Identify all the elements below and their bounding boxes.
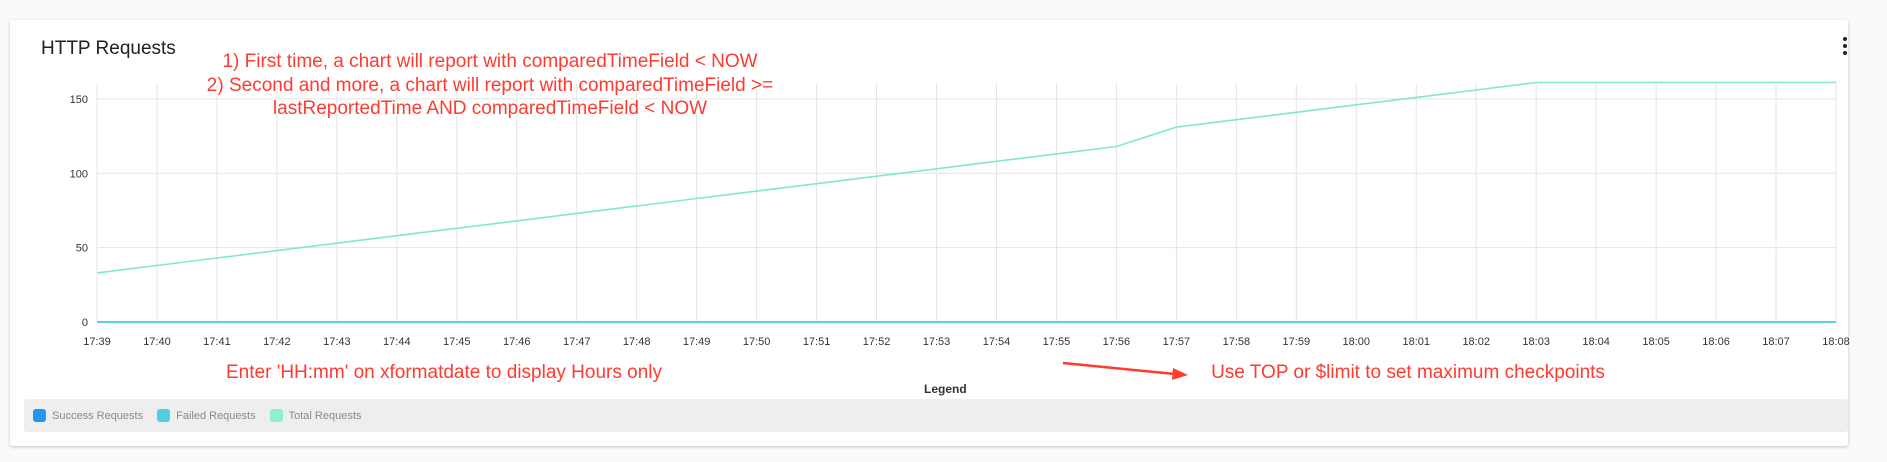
x-tick-label: 17:53: [923, 336, 951, 348]
x-tick-label: 17:39: [83, 336, 111, 348]
annotation-bottom-right: Use TOP or $limit to set maximum checkpo…: [1211, 362, 1605, 383]
x-tick-label: 17:43: [323, 336, 351, 348]
legend-swatch: [33, 409, 46, 422]
legend-swatch: [269, 409, 283, 422]
legend-title: Legend: [924, 382, 967, 396]
x-tick-label: 17:58: [1223, 336, 1251, 348]
x-tick-label: 18:03: [1522, 336, 1550, 348]
x-tick-label: 17:45: [443, 336, 471, 348]
annotations: 1) First time, a chart will report with …: [205, 50, 1606, 385]
x-tick-label: 17:54: [983, 336, 1011, 348]
x-tick-labels: 17:39 17:40 17:41 17:42 17:43 17:44 17:45 17:46…: [83, 336, 1850, 348]
x-tick-label: 17:48: [623, 336, 651, 348]
x-tick-label: 17:52: [863, 336, 891, 348]
legend-item[interactable]: Success Requests: [33, 409, 143, 422]
x-tick-label: 17:57: [1163, 336, 1191, 348]
x-tick-label: 17:41: [203, 336, 231, 348]
x-tick-label: 17:51: [803, 336, 831, 348]
annotation-line-1: 1) First time, a chart will report with …: [222, 51, 757, 72]
legend: Success Requests Failed Requests Total Req…: [24, 399, 1848, 432]
x-tick-label: 18:05: [1642, 336, 1670, 348]
y-tick-label: 50: [76, 243, 88, 255]
x-tick-label: 17:42: [263, 336, 291, 348]
annotation-arrow-line: [1062, 361, 1176, 376]
y-tick-labels: 0 50 100 150: [70, 94, 88, 329]
legend-swatch: [157, 409, 171, 422]
annotation-line-3: lastReportedTime AND comparedTimeField <…: [273, 98, 707, 119]
annotation-line-2: 2) Second and more, a chart will report …: [207, 75, 773, 96]
y-tick-label: 0: [82, 317, 88, 329]
x-tick-label: 18:01: [1402, 336, 1430, 348]
legend-item[interactable]: Total Requests: [269, 409, 362, 422]
x-tick-label: 17:47: [563, 336, 591, 348]
x-tick-label: 17:40: [143, 336, 171, 348]
legend-label: Success Requests: [52, 409, 144, 422]
x-tick-label: 18:08: [1822, 336, 1850, 348]
legend-item[interactable]: Failed Requests: [157, 409, 256, 422]
x-tick-label: 18:02: [1462, 336, 1490, 348]
x-tick-label: 17:44: [383, 336, 411, 348]
y-tick-label: 150: [70, 94, 88, 106]
y-tick-label: 100: [70, 168, 88, 180]
legend-label: Total Requests: [288, 409, 362, 422]
x-tick-label: 18:00: [1343, 336, 1371, 348]
x-tick-label: 17:56: [1103, 336, 1131, 348]
x-tick-label: 17:49: [683, 336, 711, 348]
annotation-bottom-left: Enter 'HH:mm' on xformatdate to display …: [226, 362, 662, 383]
x-tick-label: 17:46: [503, 336, 531, 348]
annotation-arrow-head: [1172, 368, 1188, 380]
x-tick-label: 18:07: [1762, 336, 1790, 348]
grid-lines: [96, 84, 1837, 323]
x-tick-label: 18:06: [1702, 336, 1730, 348]
x-tick-label: 18:04: [1582, 336, 1610, 348]
x-tick-label: 17:55: [1043, 336, 1071, 348]
x-tick-label: 17:59: [1283, 336, 1311, 348]
x-tick-label: 17:50: [743, 336, 771, 348]
legend-label: Failed Requests: [176, 409, 256, 422]
